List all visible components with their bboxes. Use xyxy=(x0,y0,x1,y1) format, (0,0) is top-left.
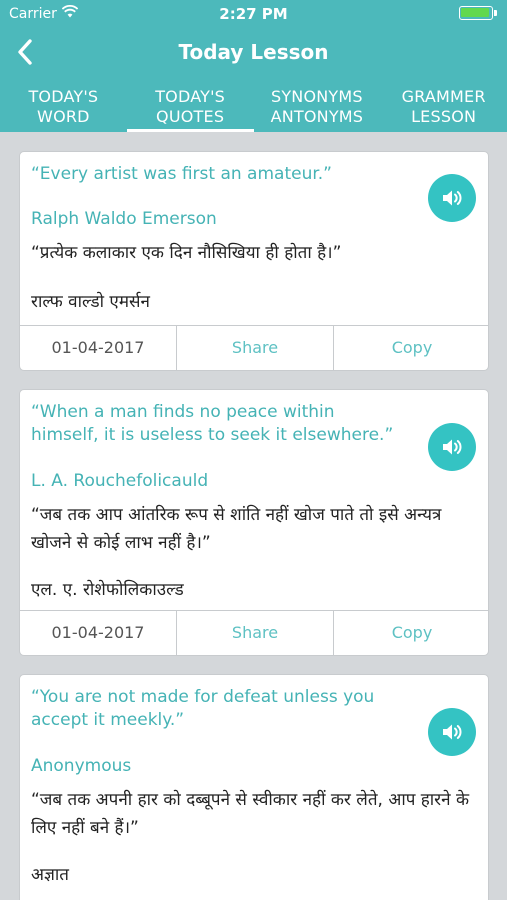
tab-synonyms-antonyms[interactable]: SYNONYMS ANTONYMS xyxy=(254,84,381,132)
author-hindi: अज्ञात xyxy=(31,865,69,885)
speaker-icon xyxy=(443,439,462,455)
copy-button[interactable]: Copy xyxy=(333,326,488,370)
quote-english: “Every artist was first an amateur.” xyxy=(31,164,332,184)
author-english: Anonymous xyxy=(31,756,132,776)
quote-card: “You are not made for defeat unless you … xyxy=(19,674,489,900)
tab-todays-quotes[interactable]: TODAY'S QUOTES xyxy=(126,84,254,132)
tab-label-line1: GRAMMER xyxy=(401,87,486,106)
quote-hindi: “जब तक अपनी हार को दब्बूपने से स्वीकार न… xyxy=(31,790,470,838)
share-button[interactable]: Share xyxy=(176,326,333,370)
tab-label-line1: SYNONYMS xyxy=(270,87,363,106)
speak-button[interactable] xyxy=(428,423,476,471)
share-button[interactable]: Share xyxy=(176,611,333,655)
speak-button[interactable] xyxy=(428,174,476,222)
quote-hindi: “प्रत्येक कलाकार एक दिन नौसिखिया ही होता… xyxy=(31,243,342,263)
tab-label-line2: LESSON xyxy=(411,107,477,126)
author-hindi: राल्फ वाल्डो एमर्सन xyxy=(31,292,150,312)
tab-bar: TODAY'S WORD TODAY'S QUOTES SYNONYMS ANT… xyxy=(0,84,507,132)
speaker-icon xyxy=(443,190,462,206)
card-footer: 01-04-2017 Share Copy xyxy=(20,325,488,370)
battery-icon xyxy=(459,6,497,20)
author-english: L. A. Rouchefolicauld xyxy=(31,471,209,491)
author-hindi: एल. ए. रोशेफोलिकाउल्ड xyxy=(31,580,184,600)
quote-card: “Every artist was first an amateur.” Ral… xyxy=(19,151,489,371)
quote-english: “You are not made for defeat unless you … xyxy=(31,687,375,730)
tab-label-line1: TODAY'S xyxy=(155,87,226,106)
navigation-bar: Today Lesson xyxy=(0,28,507,78)
status-time: 2:27 PM xyxy=(219,5,288,23)
tab-label-line1: TODAY'S xyxy=(28,87,99,106)
tab-grammer-lesson[interactable]: GRAMMER LESSON xyxy=(380,84,507,132)
quote-english: “When a man finds no peace within himsel… xyxy=(31,402,394,445)
tab-label-line2: WORD xyxy=(37,107,90,126)
copy-button[interactable]: Copy xyxy=(333,611,488,655)
status-bar: Carrier 2:27 PM xyxy=(0,0,507,28)
tab-label-line2: QUOTES xyxy=(156,107,225,126)
speaker-icon xyxy=(443,724,462,740)
tab-label-line2: ANTONYMS xyxy=(270,107,364,126)
speak-button[interactable] xyxy=(428,708,476,756)
app-header: Carrier 2:27 PM Today Lesson TODAY'S WOR… xyxy=(0,0,507,132)
page-title: Today Lesson xyxy=(178,40,329,64)
quote-card: “When a man finds no peace within himsel… xyxy=(19,389,489,656)
quote-date: 01-04-2017 xyxy=(51,623,145,642)
tab-todays-word[interactable]: TODAY'S WORD xyxy=(0,84,127,132)
quote-date: 01-04-2017 xyxy=(51,338,145,357)
author-english: Ralph Waldo Emerson xyxy=(31,209,217,229)
quote-hindi: “जब तक आप आंतरिक रूप से शांति नहीं खोज प… xyxy=(31,505,442,553)
card-footer: 01-04-2017 Share Copy xyxy=(20,610,488,655)
